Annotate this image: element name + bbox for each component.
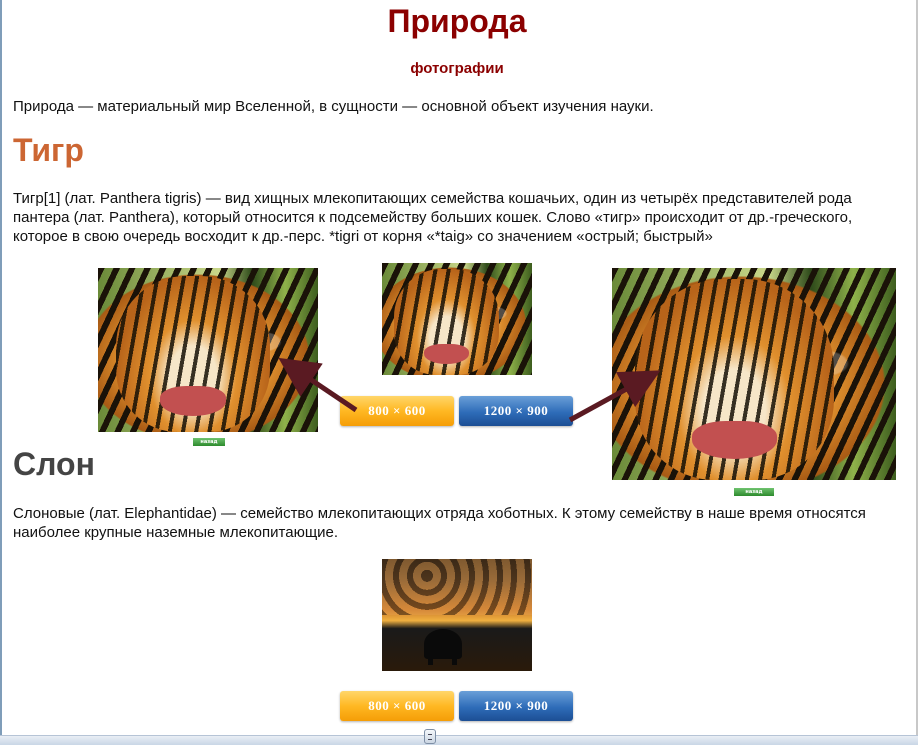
- tiger-1200x900-button[interactable]: 1200 × 900: [459, 396, 573, 426]
- elephant-paragraph: Слоновые (лат. Elephantidae) — семейство…: [13, 505, 866, 541]
- page-content: Природа фотографии Природа — материальны…: [0, 0, 918, 745]
- scrollbar-thumb[interactable]: [424, 729, 436, 744]
- page-title: Природа: [387, 3, 527, 39]
- tiger-photo-thumbnail[interactable]: [382, 263, 532, 375]
- window-frame-left: [0, 0, 2, 744]
- tiger-heading: Тигр: [13, 132, 84, 168]
- tiger-photo-1200-preview: [612, 268, 896, 480]
- tiger-800x600-button[interactable]: 800 × 600: [340, 396, 454, 426]
- back-button-1200[interactable]: назад: [734, 488, 774, 496]
- tiger-paragraph: Тигр[1] (лат. Panthera tigris) — вид хищ…: [13, 190, 853, 245]
- page-subtitle: фотографии: [410, 60, 504, 77]
- tiger-photo-800-preview: [98, 268, 318, 432]
- back-button-800[interactable]: назад: [193, 438, 225, 446]
- elephant-photo-thumbnail[interactable]: [382, 559, 532, 671]
- elephant-heading: Слон: [13, 446, 95, 482]
- elephant-800x600-button[interactable]: 800 × 600: [340, 691, 454, 721]
- intro-paragraph: Природа — материальный мир Вселенной, в …: [13, 98, 654, 115]
- elephant-1200x900-button[interactable]: 1200 × 900: [459, 691, 573, 721]
